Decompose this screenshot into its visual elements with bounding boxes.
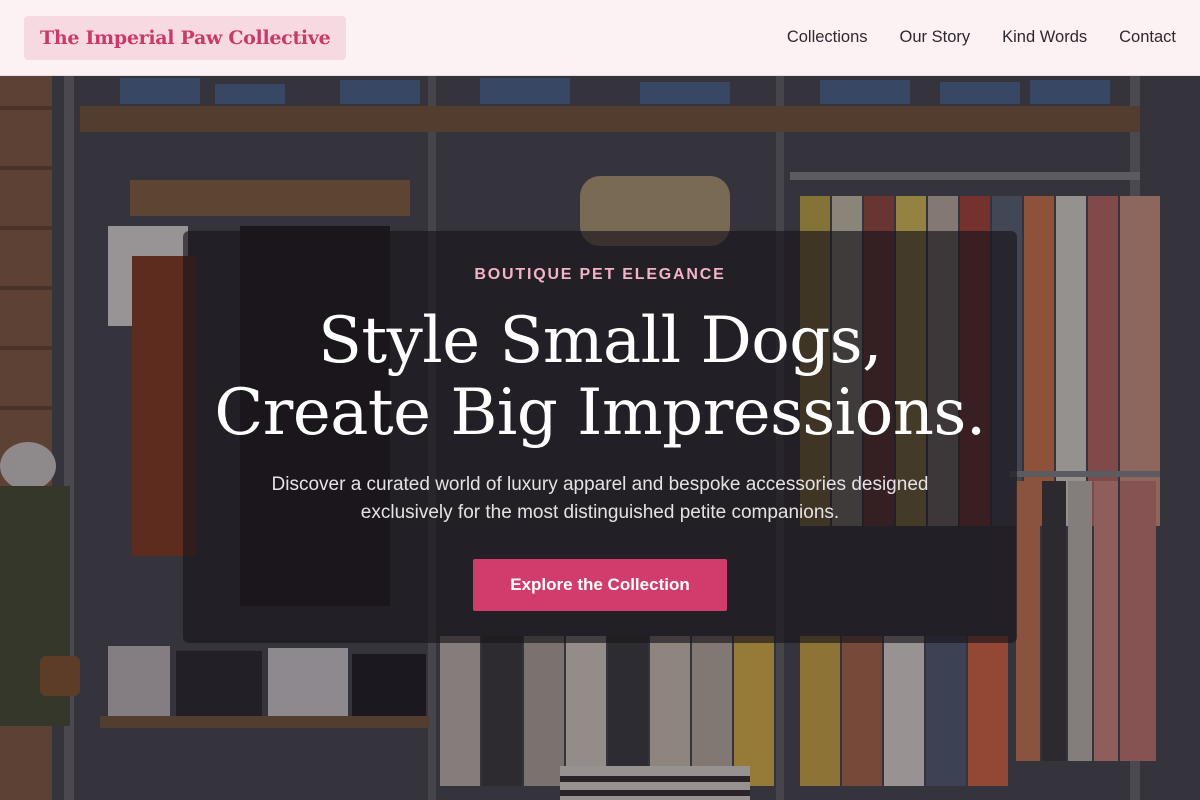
main-nav: Collections Our Story Kind Words Contact — [755, 28, 1176, 47]
nav-link-our-story[interactable]: Our Story — [900, 28, 971, 47]
hero-subtext: Discover a curated world of luxury appar… — [271, 474, 929, 523]
hero-card: BOUTIQUE PET ELEGANCE Style Small Dogs, … — [183, 231, 1017, 643]
hero-headline-line-1: Style Small Dogs, — [318, 304, 882, 378]
hero-headline-line-2: Create Big Impressions. — [214, 376, 986, 450]
hero-eyebrow: BOUTIQUE PET ELEGANCE — [474, 266, 726, 283]
nav-link-collections[interactable]: Collections — [787, 28, 868, 47]
brand-logo-link[interactable]: The Imperial Paw Collective — [24, 15, 347, 60]
hero-headline: Style Small Dogs, Create Big Impressions… — [183, 305, 1017, 449]
hero-section: BOUTIQUE PET ELEGANCE Style Small Dogs, … — [0, 76, 1200, 800]
nav-link-kind-words[interactable]: Kind Words — [1002, 28, 1087, 47]
site-header: The Imperial Paw Collective Collections … — [0, 0, 1200, 76]
nav-link-contact[interactable]: Contact — [1119, 28, 1176, 47]
explore-collection-button[interactable]: Explore the Collection — [473, 559, 727, 611]
